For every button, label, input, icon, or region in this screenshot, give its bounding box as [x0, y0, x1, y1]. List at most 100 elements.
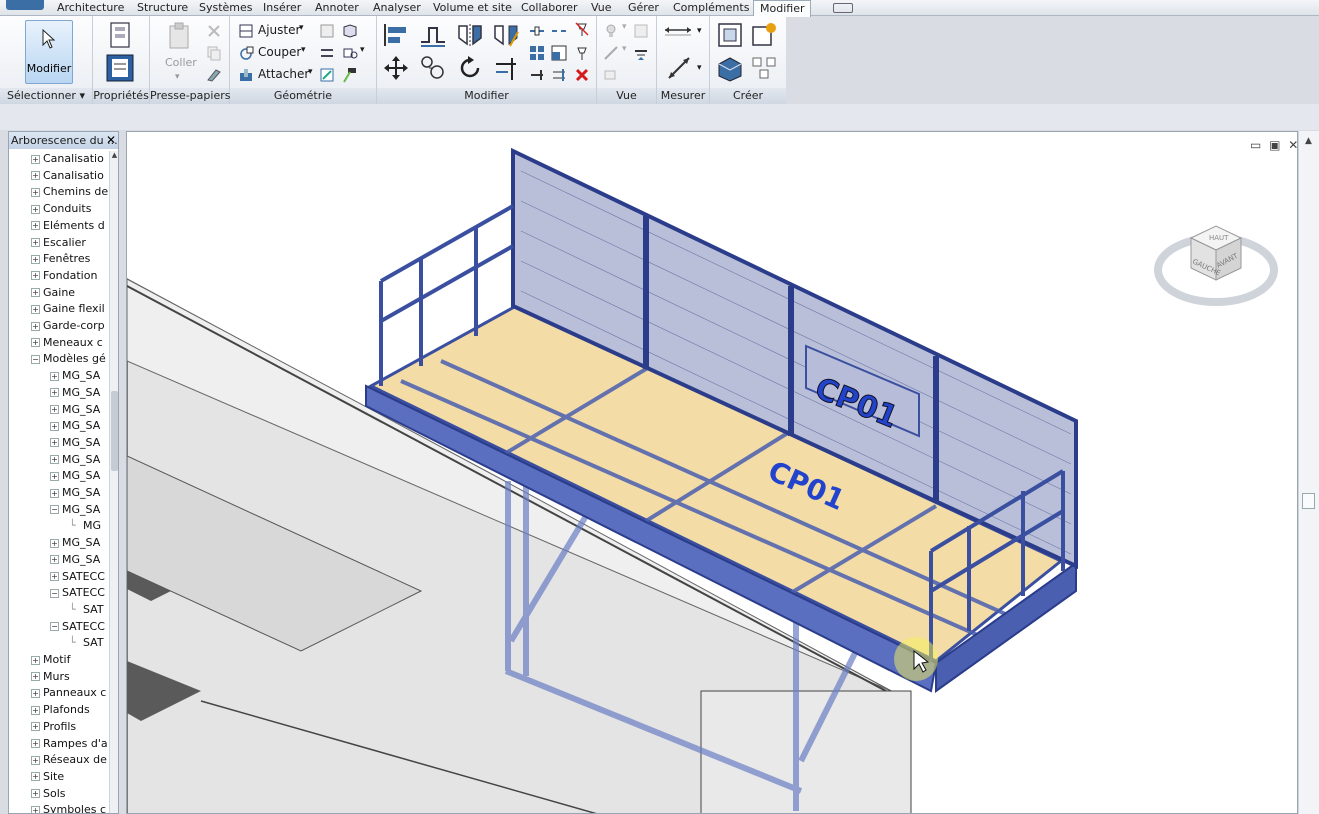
tab-gerer[interactable]: Gérer — [628, 1, 659, 15]
align-elements-icon[interactable] — [529, 67, 545, 83]
viewcube[interactable]: HAUT GAUCHE AVANT — [1151, 208, 1281, 318]
browser-node[interactable]: + Gaine flexil — [31, 301, 105, 317]
expand-icon[interactable]: + — [31, 338, 40, 348]
expand-icon[interactable]: + — [31, 271, 40, 281]
join-geometry-icon[interactable] — [238, 67, 254, 83]
expand-icon[interactable]: + — [31, 204, 40, 214]
expand-icon[interactable]: + — [50, 388, 59, 398]
expand-icon[interactable]: + — [50, 488, 59, 498]
aligned-dimension-icon[interactable] — [665, 54, 693, 82]
cut-geometry-icon[interactable] — [238, 45, 254, 61]
browser-node[interactable]: + Escalier — [31, 235, 86, 251]
create-similar-icon[interactable] — [750, 54, 778, 82]
create-group-icon[interactable] — [716, 54, 744, 82]
copy-element-icon[interactable] — [419, 54, 447, 82]
expand-icon[interactable]: + — [31, 655, 40, 665]
paint-icon[interactable] — [319, 67, 335, 83]
tab-structure[interactable]: Structure — [137, 1, 188, 15]
browser-node[interactable]: + Fondation — [31, 268, 97, 284]
expand-icon[interactable]: + — [50, 371, 59, 381]
browser-node[interactable]: − SATECC — [50, 619, 105, 635]
application-menu-button[interactable] — [6, 0, 44, 10]
split-element-icon[interactable] — [529, 23, 545, 39]
expand-icon[interactable]: + — [31, 238, 40, 247]
linework-icon[interactable] — [603, 45, 619, 61]
tab-volume-et-site[interactable]: Volume et site — [433, 1, 512, 15]
expand-icon[interactable]: + — [31, 187, 40, 197]
paste-dropdown-icon[interactable]: ▾ — [175, 72, 180, 82]
browser-node[interactable]: + MG_SA — [50, 485, 100, 501]
beam-join-icon[interactable] — [319, 45, 335, 61]
mirror-draw-icon[interactable] — [492, 22, 520, 48]
expand-icon[interactable]: + — [31, 789, 40, 799]
array-icon[interactable] — [529, 45, 545, 61]
unpin-icon[interactable] — [574, 21, 590, 37]
browser-node[interactable]: + Garde-corp — [31, 318, 105, 334]
3d-model-view[interactable]: CP01 CP01 — [127, 132, 1298, 814]
tab-modifier[interactable]: Modifier — [753, 0, 812, 17]
split-face-icon[interactable] — [342, 23, 358, 39]
move-icon[interactable] — [382, 54, 410, 82]
ajuster-dropdown-icon[interactable]: ▾ — [299, 23, 304, 33]
expand-icon[interactable]: + — [31, 772, 40, 782]
attacher-dropdown-icon[interactable]: ▾ — [308, 67, 313, 77]
browser-node[interactable]: + Sols — [31, 786, 66, 802]
expand-icon[interactable]: + — [31, 304, 40, 314]
browser-node[interactable]: + MG_SA — [50, 418, 100, 434]
browser-node[interactable]: + Profils — [31, 719, 76, 735]
viewport-scrollbar[interactable]: ▲ — [1298, 131, 1319, 814]
project-browser-scrollbar[interactable]: ▲ — [109, 151, 118, 813]
expand-icon[interactable]: + — [31, 288, 40, 298]
expand-icon[interactable]: + — [31, 755, 40, 765]
expand-icon[interactable]: + — [31, 688, 40, 698]
browser-node[interactable]: + Conduits — [31, 201, 91, 217]
expand-icon[interactable]: + — [31, 722, 40, 732]
hide-element-icon[interactable] — [603, 67, 619, 83]
browser-node[interactable]: └ SAT — [69, 602, 104, 618]
expand-icon[interactable]: + — [31, 254, 40, 264]
tab-annoter[interactable]: Annoter — [315, 1, 359, 15]
browser-node[interactable]: + Canalisatio — [31, 151, 104, 167]
collapse-icon[interactable]: − — [50, 505, 59, 515]
browser-node[interactable]: − MG_SA — [50, 502, 100, 518]
browser-node[interactable]: + MG_SA — [50, 468, 100, 484]
cut-icon[interactable] — [206, 23, 222, 39]
pin-icon[interactable] — [574, 45, 590, 61]
linework-dropdown-icon[interactable]: ▾ — [622, 44, 627, 54]
paste-label[interactable]: Coller — [165, 56, 197, 69]
measure-icon[interactable] — [663, 24, 693, 40]
browser-node[interactable]: + MG_SA — [50, 535, 100, 551]
collapse-icon[interactable]: − — [50, 622, 59, 632]
browser-node[interactable]: + Meneaux c — [31, 335, 103, 351]
create-parts-icon[interactable] — [750, 21, 778, 49]
trim-multiple-icon[interactable] — [551, 67, 567, 83]
dimension-dropdown-icon[interactable]: ▾ — [697, 63, 702, 73]
close-icon[interactable]: ✕ — [106, 132, 116, 149]
match-properties-icon[interactable] — [206, 66, 222, 82]
browser-node[interactable]: + Site — [31, 769, 64, 785]
expand-icon[interactable]: + — [31, 705, 40, 715]
browser-node[interactable]: + SATECC — [50, 569, 105, 585]
browser-node[interactable]: + MG_SA — [50, 435, 100, 451]
browser-node[interactable]: − Modèles gé — [31, 351, 106, 367]
override-graphics-icon[interactable] — [633, 23, 649, 39]
view-filter-icon[interactable] — [633, 45, 649, 61]
browser-node[interactable]: + Chemins de — [31, 184, 108, 200]
tab-inserer[interactable]: Insérer — [263, 1, 301, 15]
expand-icon[interactable]: + — [31, 171, 40, 181]
tab-vue[interactable]: Vue — [591, 1, 612, 15]
browser-node[interactable]: + Fenêtres — [31, 251, 90, 267]
browser-node[interactable]: + Plafonds — [31, 702, 90, 718]
mirror-axis-icon[interactable] — [456, 22, 484, 48]
rotate-icon[interactable] — [456, 54, 484, 82]
expand-icon[interactable]: + — [31, 805, 40, 813]
couper-label[interactable]: Couper — [258, 45, 301, 59]
browser-node[interactable]: └ SAT — [69, 635, 104, 651]
expand-icon[interactable]: + — [31, 321, 40, 331]
expand-icon[interactable]: + — [50, 421, 59, 431]
lightbulb-dropdown-icon[interactable]: ▾ — [622, 22, 627, 32]
align-icon[interactable] — [382, 22, 410, 48]
browser-node[interactable]: + Réseaux de — [31, 752, 107, 768]
browser-node[interactable]: └ MG — [69, 518, 101, 534]
demolish-dropdown-icon[interactable]: ▾ — [360, 45, 365, 55]
